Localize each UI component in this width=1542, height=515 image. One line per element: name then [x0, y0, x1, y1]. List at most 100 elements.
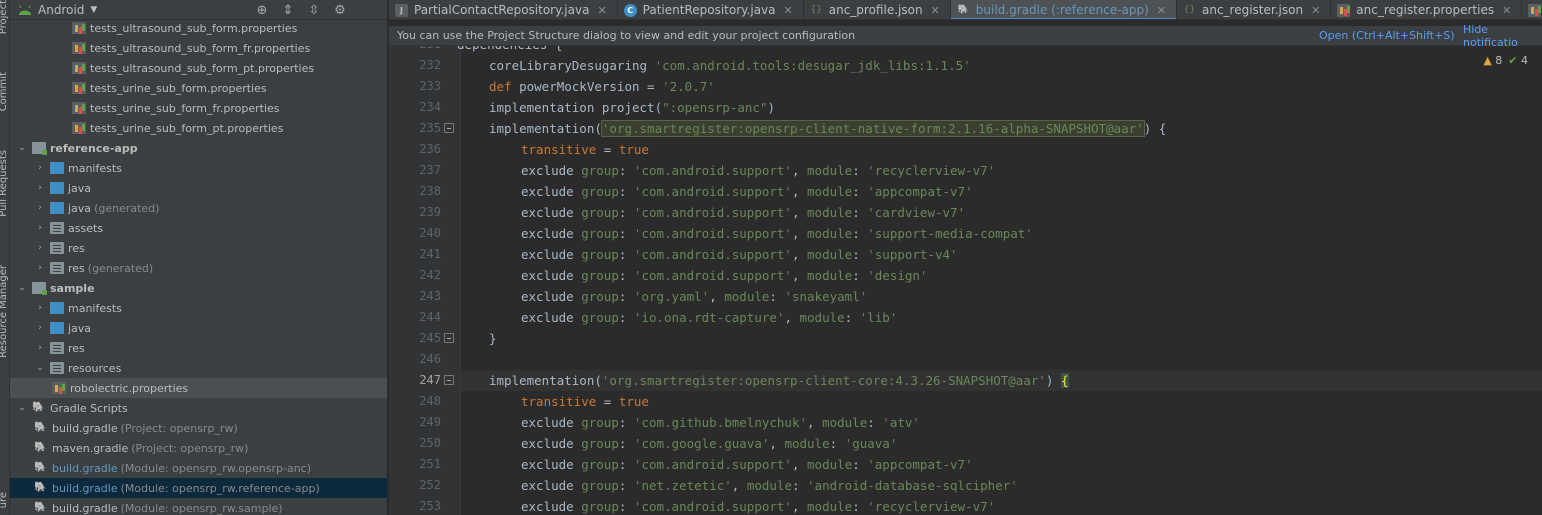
- expand-all-icon[interactable]: ⇕: [280, 2, 296, 18]
- chevron-down-icon[interactable]: ▼: [90, 5, 97, 15]
- code-line[interactable]: 235 implementation('org.smartregister:ope…: [419, 118, 1542, 139]
- editor-tab[interactable]: 🐘 build.gradle (:reference-app) ✕: [950, 0, 1177, 19]
- chevron-down-icon[interactable]: ⌄: [16, 402, 28, 414]
- tree-item[interactable]: ⌄ resources: [10, 358, 387, 378]
- fold-marker-icon[interactable]: [444, 375, 454, 385]
- tree-item[interactable]: › res (generated): [10, 258, 387, 278]
- tree-item[interactable]: 🐘 maven.gradle (Project: opensrp_rw): [10, 438, 387, 458]
- locate-icon[interactable]: ⊕: [254, 2, 270, 18]
- code-text: coreLibraryDesugaring 'com.android.tools…: [489, 58, 971, 73]
- tree-item[interactable]: › java: [10, 318, 387, 338]
- chevron-right-icon[interactable]: ›: [34, 302, 46, 314]
- gear-icon[interactable]: ⚙: [332, 2, 348, 18]
- editor-tab[interactable]: anc_register.properties ✕: [1331, 0, 1523, 19]
- code-line[interactable]: 239 exclude group: 'com.android.support',…: [419, 202, 1542, 223]
- tree-item[interactable]: › res: [10, 238, 387, 258]
- tool-window-strip: Project Commit Pull Requests Resource Ma…: [0, 0, 10, 515]
- code-line[interactable]: 233 def powerMockVersion = '2.0.7': [419, 76, 1542, 97]
- code-line[interactable]: 238 exclude group: 'com.android.support',…: [419, 181, 1542, 202]
- code-line[interactable]: 249 exclude group: 'com.github.bmelnychuk…: [419, 412, 1542, 433]
- tree-item[interactable]: 🐘 build.gradle (Module: opensrp_rw.opensrp…: [10, 458, 387, 478]
- code-text: exclude group: 'com.android.support', mo…: [521, 457, 973, 472]
- tree-item[interactable]: ⌄ reference-app: [10, 138, 387, 158]
- code-line[interactable]: 252 exclude group: 'net.zetetic', module:…: [419, 475, 1542, 496]
- code-line[interactable]: 234 implementation project(":opensrp-anc"…: [419, 97, 1542, 118]
- chevron-right-icon[interactable]: ›: [34, 342, 46, 354]
- tree-item[interactable]: 🐘 build.gradle (Module: opensrp_rw.referen…: [10, 478, 387, 498]
- code-line[interactable]: 253 exclude group: 'com.android.support',…: [419, 496, 1542, 515]
- tree-item[interactable]: › manifests: [10, 158, 387, 178]
- chevron-down-icon[interactable]: ⌄: [16, 142, 28, 154]
- close-icon[interactable]: ✕: [597, 4, 606, 17]
- structure-tool-button[interactable]: ure: [0, 492, 9, 508]
- chevron-down-icon[interactable]: ⌄: [16, 282, 28, 294]
- tree-item[interactable]: 🐘 build.gradle (Project: opensrp_rw): [10, 418, 387, 438]
- project-tree: tests_ultrasound_sub_form.properties test…: [10, 18, 387, 515]
- code-line[interactable]: 242 exclude group: 'com.android.support',…: [419, 265, 1542, 286]
- code-line[interactable]: 241 exclude group: 'com.android.support',…: [419, 244, 1542, 265]
- tree-item[interactable]: › assets: [10, 218, 387, 238]
- code-line[interactable]: 248 transitive = true: [419, 391, 1542, 412]
- code-line[interactable]: 245}: [419, 328, 1542, 349]
- tree-item[interactable]: robolectric.properties: [10, 378, 387, 398]
- source-folder-icon: [50, 322, 64, 334]
- code-line[interactable]: 236 transitive = true: [419, 139, 1542, 160]
- collapse-all-icon[interactable]: ⇳: [306, 2, 322, 18]
- tree-item[interactable]: 🐘 build.gradle (Module: opensrp_rw.sample): [10, 498, 387, 515]
- code-line[interactable]: 232 coreLibraryDesugaring 'com.android.to…: [419, 55, 1542, 76]
- project-tool-button[interactable]: Project: [0, 0, 9, 34]
- inspection-widget[interactable]: ▲ 8 ✔ 4: [1483, 54, 1528, 67]
- open-project-structure-link[interactable]: Open (Ctrl+Alt+Shift+S): [1319, 29, 1455, 42]
- tree-item[interactable]: ⌄ 🐘 Gradle Scripts: [10, 398, 387, 418]
- code-text: exclude group: 'com.github.bmelnychuk', …: [521, 415, 920, 430]
- tree-item[interactable]: tests_ultrasound_sub_form.properties: [10, 18, 387, 38]
- chevron-right-icon[interactable]: ›: [34, 202, 46, 214]
- close-icon[interactable]: ✕: [1157, 4, 1166, 17]
- chevron-right-icon[interactable]: ›: [34, 322, 46, 334]
- close-icon[interactable]: ✕: [784, 4, 793, 17]
- chevron-right-icon[interactable]: ›: [34, 242, 46, 254]
- chevron-right-icon[interactable]: ›: [34, 162, 46, 174]
- editor-tab[interactable]: PatientRepository.java ✕: [618, 0, 804, 19]
- tree-item[interactable]: tests_urine_sub_form_pt.properties: [10, 118, 387, 138]
- chevron-right-icon[interactable]: ›: [34, 222, 46, 234]
- chevron-right-icon[interactable]: ›: [34, 262, 46, 274]
- code-line[interactable]: 237 exclude group: 'com.android.support',…: [419, 160, 1542, 181]
- tree-item[interactable]: › java: [10, 178, 387, 198]
- close-icon[interactable]: ✕: [931, 4, 940, 17]
- editor-tab[interactable]: PartialContactRepository.java ✕: [389, 0, 618, 19]
- tree-item[interactable]: tests_ultrasound_sub_form_pt.properties: [10, 58, 387, 78]
- fold-marker-icon[interactable]: [444, 333, 454, 343]
- project-view-selector[interactable]: Android: [38, 3, 84, 17]
- tree-item[interactable]: › manifests: [10, 298, 387, 318]
- tree-item-label: manifests: [68, 161, 122, 175]
- code-line[interactable]: 243 exclude group: 'org.yaml', module: 's…: [419, 286, 1542, 307]
- tree-item[interactable]: › java (generated): [10, 198, 387, 218]
- tree-item[interactable]: ⌄ sample: [10, 278, 387, 298]
- code-line[interactable]: 247 implementation('org.smartregister:ope…: [419, 370, 1542, 391]
- tree-item[interactable]: › res: [10, 338, 387, 358]
- code-line[interactable]: 240 exclude group: 'com.android.support',…: [419, 223, 1542, 244]
- code-editor[interactable]: 231dependencies {232coreLibraryDesugarin…: [389, 46, 1542, 515]
- editor-tab[interactable]: {} anc_register.json ✕: [1177, 0, 1332, 19]
- code-area[interactable]: 231dependencies {232 coreLibraryDesugarin…: [419, 46, 1542, 515]
- code-line[interactable]: 251 exclude group: 'com.android.support',…: [419, 454, 1542, 475]
- hide-notification-link[interactable]: Hide notificatio: [1463, 23, 1542, 49]
- commit-tool-button[interactable]: Commit: [0, 72, 9, 111]
- tree-item[interactable]: tests_ultrasound_sub_form_fr.properties: [10, 38, 387, 58]
- editor-tab[interactable]: {} anc_profile.json ✕: [804, 0, 951, 19]
- fold-marker-icon[interactable]: [444, 123, 454, 133]
- chevron-right-icon[interactable]: ›: [34, 182, 46, 194]
- code-line[interactable]: 231dependencies {: [419, 46, 1542, 55]
- code-line[interactable]: 246: [419, 349, 1542, 370]
- tree-item[interactable]: tests_urine_sub_form_fr.properties: [10, 98, 387, 118]
- chevron-down-icon[interactable]: ⌄: [34, 362, 46, 374]
- code-line[interactable]: 250 exclude group: 'com.google.guava', mo…: [419, 433, 1542, 454]
- pull-requests-tool-button[interactable]: Pull Requests: [0, 150, 9, 217]
- code-line[interactable]: 244 exclude group: 'io.ona.rdt-capture', …: [419, 307, 1542, 328]
- editor-tab[interactable]: profile_overview.properties: [1522, 0, 1542, 19]
- close-icon[interactable]: ✕: [1502, 4, 1511, 17]
- tree-item[interactable]: tests_urine_sub_form.properties: [10, 78, 387, 98]
- close-icon[interactable]: ✕: [1311, 4, 1320, 17]
- resource-manager-tool-button[interactable]: Resource Manager: [0, 265, 9, 358]
